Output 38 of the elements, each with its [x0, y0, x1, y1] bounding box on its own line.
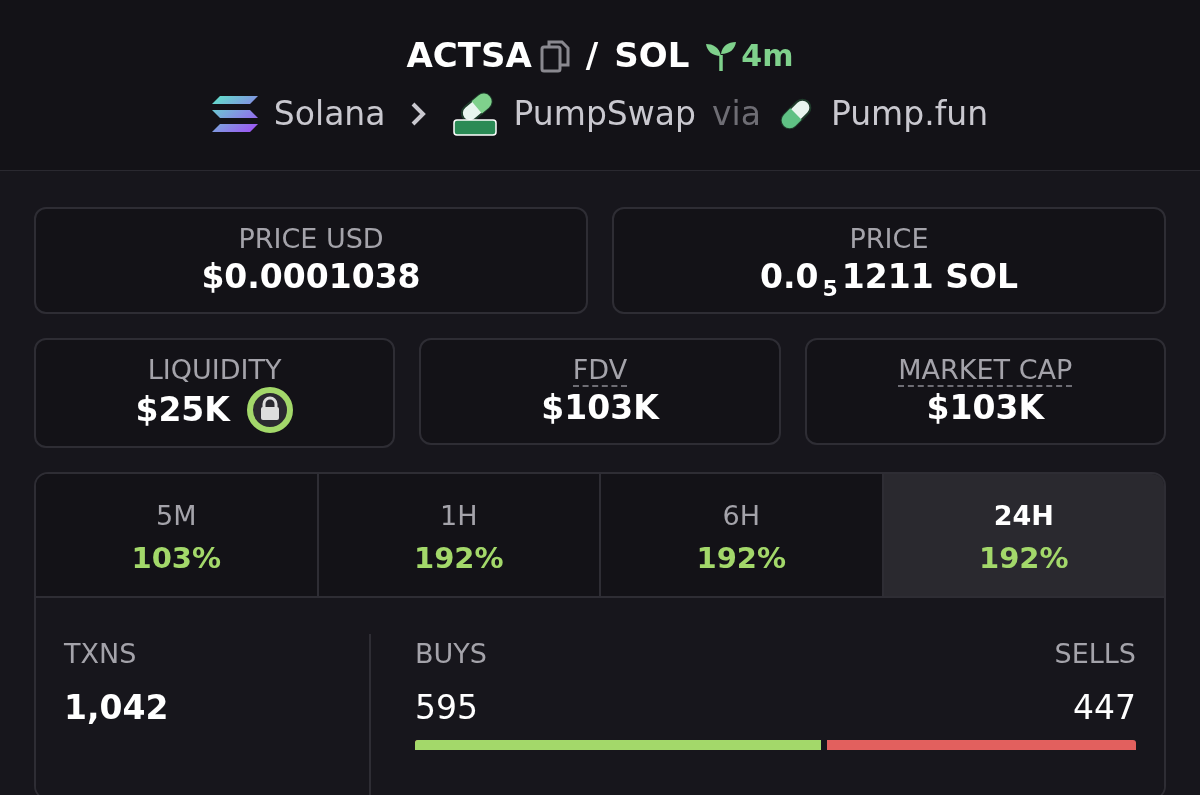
chevron-right-icon	[409, 100, 428, 127]
stat-value: $103K	[541, 387, 659, 430]
pill-swap-icon	[451, 91, 498, 136]
txns-label: TXNS	[64, 637, 138, 672]
stat-label[interactable]: MARKET CAP	[898, 353, 1073, 387]
solana-logo-icon	[211, 95, 258, 132]
lock-icon	[245, 386, 294, 435]
launchpad-link[interactable]: Pump.fun	[830, 89, 989, 139]
stat-label: PRICE	[849, 223, 929, 254]
copy-icon[interactable]	[539, 38, 570, 73]
token-symbol: ACTSA	[406, 34, 532, 77]
timeframe-tab[interactable]: 6H 192%	[601, 474, 884, 599]
buys-label: BUYS	[415, 637, 487, 672]
stat-value: 0.0$_{5}$1211 SOL	[760, 256, 1018, 300]
sells-label: SELLS	[1054, 637, 1136, 672]
dex-link[interactable]: PumpSwap	[513, 89, 696, 139]
stat-value: $0.0001038	[201, 256, 421, 299]
stat-value: $25K	[135, 389, 230, 432]
timeframe-tab[interactable]: 1H 192%	[318, 474, 601, 599]
pair-age: 4m	[741, 37, 794, 75]
price-change: 103%	[130, 539, 223, 577]
sells-value: 447	[1073, 686, 1136, 729]
sprout-icon	[705, 40, 738, 71]
timeframe-tab[interactable]: 5M 103%	[36, 474, 319, 599]
timeframe-tab[interactable]: 24H 192%	[883, 474, 1164, 599]
chain-link[interactable]: Solana	[273, 89, 386, 139]
via-label: via	[711, 93, 761, 135]
quote-symbol: SOL	[614, 34, 690, 77]
stat-label: PRICE USD	[238, 223, 384, 254]
price-change: 192%	[977, 539, 1070, 577]
price-change: 192%	[695, 539, 788, 577]
stat-value: $103K	[926, 387, 1045, 430]
pair-separator: /	[585, 34, 599, 77]
stat-label[interactable]: FDV	[572, 353, 628, 387]
txns-value: 1,042	[64, 686, 170, 729]
price-change: 192%	[412, 539, 505, 577]
stat-label: LIQUIDITY	[147, 353, 282, 385]
buys-value: 595	[415, 686, 478, 729]
